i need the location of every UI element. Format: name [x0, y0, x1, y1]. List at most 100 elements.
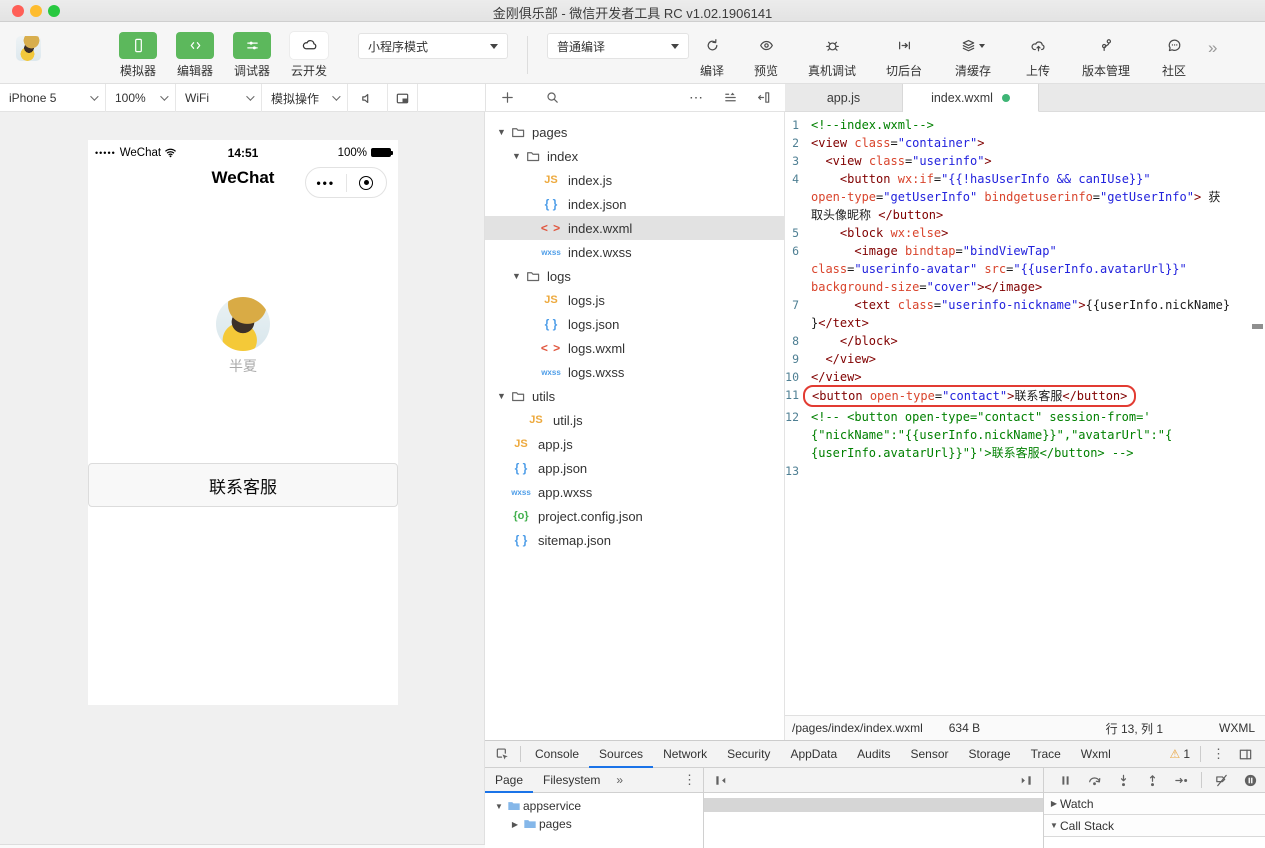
debugger-panel-call-stack[interactable]: ▼Call Stack	[1044, 815, 1265, 837]
code-line[interactable]: {userInfo.avatarUrl}}"}'>联系客服</button> -…	[785, 444, 1265, 462]
toolbar-action-upload[interactable]: 上传	[1016, 32, 1060, 79]
code-line[interactable]: 11<button open-type="contact">联系客服</butt…	[785, 386, 1265, 408]
step-over-icon[interactable]	[1081, 773, 1108, 788]
collapse-sidebar-icon[interactable]	[750, 90, 777, 105]
new-file-icon[interactable]	[494, 90, 521, 105]
tree-file-sitemap.json[interactable]: { }sitemap.json	[485, 528, 784, 552]
code-line[interactable]: 4 <button wx:if="{{!hasUserInfo && canIU…	[785, 170, 1265, 188]
tree-file-logs.wxss[interactable]: wxsslogs.wxss	[485, 360, 784, 384]
expand-arrow-icon[interactable]: ▼	[493, 802, 505, 811]
devtools-tab-security[interactable]: Security	[717, 741, 780, 768]
float-window-button[interactable]	[388, 84, 418, 112]
toolbar-action-preview[interactable]: 预览	[746, 32, 786, 79]
code-line[interactable]: }</text>	[785, 314, 1265, 332]
toolbar-action-remote-debug[interactable]: 真机调试	[800, 32, 864, 79]
dock-side-icon[interactable]	[1232, 747, 1259, 762]
tree-file-index.json[interactable]: { }index.json	[485, 192, 784, 216]
code-line[interactable]: {"nickName":"{{userInfo.nickName}}","ava…	[785, 426, 1265, 444]
code-line[interactable]: 2<view class="container">	[785, 134, 1265, 152]
hide-navigator-icon[interactable]	[708, 773, 735, 788]
devtools-tab-sources[interactable]: Sources	[589, 741, 653, 768]
project-avatar[interactable]	[16, 36, 41, 61]
tree-file-index.wxml[interactable]: < >index.wxml	[485, 216, 784, 240]
toolbar-button-debugger[interactable]: 调试器	[233, 32, 271, 79]
expand-arrow-icon[interactable]: ▼	[495, 127, 508, 137]
tree-file-app.json[interactable]: { }app.json	[485, 456, 784, 480]
language-mode[interactable]: WXML	[1219, 721, 1255, 735]
devtools-tab-console[interactable]: Console	[525, 741, 589, 768]
navigator-tab-filesystem[interactable]: Filesystem	[533, 768, 610, 793]
code-line[interactable]: class="userinfo-avatar" src="{{userInfo.…	[785, 260, 1265, 278]
tree-file-logs.wxml[interactable]: < >logs.wxml	[485, 336, 784, 360]
tree-file-logs.json[interactable]: { }logs.json	[485, 312, 784, 336]
pause-script-icon[interactable]	[1052, 773, 1079, 788]
code-line[interactable]: 12<!-- <button open-type="contact" sessi…	[785, 408, 1265, 426]
devtools-tab-network[interactable]: Network	[653, 741, 717, 768]
devtools-tab-appdata[interactable]: AppData	[780, 741, 847, 768]
tree-file-app.js[interactable]: JSapp.js	[485, 432, 784, 456]
expand-arrow-icon[interactable]: ▼	[510, 271, 523, 281]
show-debugger-icon[interactable]	[1012, 773, 1039, 788]
warning-count[interactable]: 1	[1183, 747, 1190, 761]
sim-control-zoom[interactable]: 100%	[106, 84, 176, 112]
contact-service-button[interactable]: 联系客服	[88, 463, 398, 507]
code-line[interactable]: 10</view>	[785, 368, 1265, 386]
tree-folder-index[interactable]: ▼index	[485, 144, 784, 168]
user-avatar-image[interactable]	[216, 297, 270, 351]
code-line[interactable]: 9 </view>	[785, 350, 1265, 368]
debugger-panel-watch[interactable]: ▶Watch	[1044, 793, 1265, 815]
tree-file-util.js[interactable]: JSutil.js	[485, 408, 784, 432]
code-line[interactable]: 5 <block wx:else>	[785, 224, 1265, 242]
warning-icon[interactable]: ⚠	[1170, 747, 1181, 761]
code-line[interactable]: open-type="getUserInfo" bindgetuserinfo=…	[785, 188, 1265, 206]
editor-tab-app.js[interactable]: app.js	[785, 84, 903, 112]
navigator-more-tabs[interactable]: »	[610, 773, 629, 787]
code-line[interactable]: background-size="cover"></image>	[785, 278, 1265, 296]
toolbar-action-clear-cache[interactable]: 清缓存	[944, 32, 1002, 79]
tree-folder-logs[interactable]: ▼logs	[485, 264, 784, 288]
code-line[interactable]: 13	[785, 462, 1265, 480]
code-line[interactable]: 6 <image bindtap="bindViewTap"	[785, 242, 1265, 260]
code-line[interactable]: 3 <view class="userinfo">	[785, 152, 1265, 170]
scrollbar-thumb[interactable]	[1252, 324, 1263, 329]
step-icon[interactable]	[1168, 773, 1195, 788]
expand-arrow-icon[interactable]: ▼	[510, 151, 523, 161]
source-tree-appservice[interactable]: ▼appservice	[485, 797, 703, 815]
expand-arrow-icon[interactable]: ▶	[509, 820, 521, 829]
deactivate-breakpoints-icon[interactable]	[1208, 773, 1235, 788]
expand-arrow-icon[interactable]: ▼	[495, 391, 508, 401]
mode-dropdown[interactable]: 小程序模式	[358, 33, 508, 59]
code-line[interactable]: 8 </block>	[785, 332, 1265, 350]
sim-control-network[interactable]: WiFi	[176, 84, 262, 112]
navigator-tab-page[interactable]: Page	[485, 768, 533, 793]
devtools-menu-icon[interactable]: ⋮	[1205, 746, 1232, 762]
devtools-tab-wxml[interactable]: Wxml	[1071, 741, 1121, 768]
editor-tab-index.wxml[interactable]: index.wxml	[903, 84, 1039, 112]
mute-button[interactable]	[348, 84, 388, 112]
toolbar-action-community[interactable]: 社区	[1152, 32, 1196, 79]
toolbar-action-switch-background[interactable]: 切后台	[878, 32, 930, 79]
devtools-tab-trace[interactable]: Trace	[1021, 741, 1071, 768]
sim-control-device[interactable]: iPhone 5	[0, 84, 106, 112]
code-line[interactable]: 7 <text class="userinfo-nickname">{{user…	[785, 296, 1265, 314]
tree-file-project.config.json[interactable]: {o}project.config.json	[485, 504, 784, 528]
devtools-tab-audits[interactable]: Audits	[847, 741, 900, 768]
source-tree-pages[interactable]: ▶pages	[485, 815, 703, 833]
devtools-tab-storage[interactable]: Storage	[959, 741, 1021, 768]
more-options-icon[interactable]: ⋯	[683, 89, 709, 106]
toolbar-action-compile[interactable]: 编译	[692, 32, 732, 79]
tree-file-logs.js[interactable]: JSlogs.js	[485, 288, 784, 312]
navigator-menu-icon[interactable]: ⋮	[676, 772, 703, 788]
toolbar-action-version-control[interactable]: 版本管理	[1074, 32, 1138, 79]
outline-icon[interactable]	[717, 90, 744, 105]
pause-on-exceptions-icon[interactable]	[1237, 773, 1264, 788]
search-icon[interactable]	[539, 90, 566, 105]
devtools-tab-sensor[interactable]: Sensor	[901, 741, 959, 768]
tree-file-app.wxss[interactable]: wxssapp.wxss	[485, 480, 784, 504]
tree-folder-utils[interactable]: ▼utils	[485, 384, 784, 408]
step-into-icon[interactable]	[1110, 773, 1137, 788]
code-line[interactable]: 取头像昵称 </button>	[785, 206, 1265, 224]
capsule-more-button[interactable]: •••	[306, 168, 346, 197]
toolbar-button-simulator[interactable]: 模拟器	[119, 32, 157, 79]
toolbar-button-editor[interactable]: 编辑器	[176, 32, 214, 79]
